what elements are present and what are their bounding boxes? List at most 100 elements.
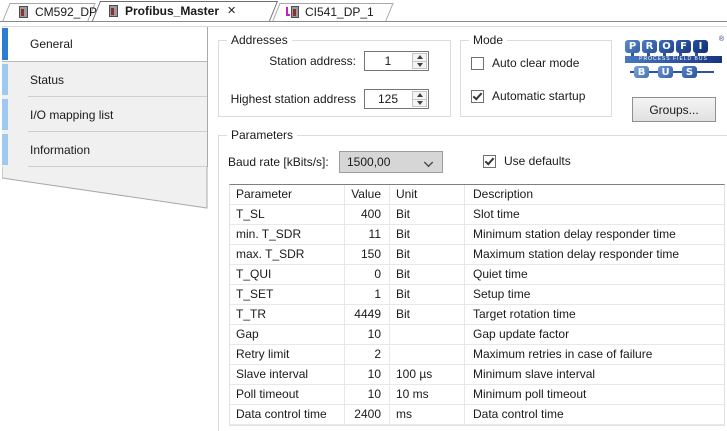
highest-station-address-stepper[interactable]: 125 xyxy=(364,89,429,109)
sidebar-item-label: Status xyxy=(30,72,65,87)
unit-cell: 10 ms xyxy=(390,385,465,404)
description-cell: Setup time xyxy=(473,287,531,301)
sidebar-item-label: Information xyxy=(30,142,91,157)
value-cell[interactable]: 10 xyxy=(345,325,390,344)
logo-letter: I xyxy=(693,40,708,53)
sidebar-item-information[interactable]: Information xyxy=(2,132,207,167)
spinner-down-icon[interactable] xyxy=(413,60,426,69)
baud-rate-dropdown[interactable]: 1500,00 xyxy=(339,151,443,173)
use-defaults-checkbox-row: Use defaults xyxy=(483,153,571,169)
value-cell[interactable]: 2 xyxy=(345,345,390,364)
table-row[interactable]: T_SET 1 Bit Setup time xyxy=(230,285,724,305)
value-cell[interactable]: 150 xyxy=(345,245,390,264)
description-cell: Maximum retries in case of failure xyxy=(473,347,653,361)
unit-cell: Bit xyxy=(390,225,465,244)
value-cell[interactable]: 4449 xyxy=(345,305,390,324)
logo-letter: R xyxy=(642,40,657,53)
doc-tab-ci541-dp-1[interactable]: CI541_DP_1 xyxy=(272,3,394,21)
table-row[interactable]: min. T_SDR 11 Bit Minimum station delay … xyxy=(230,225,724,245)
value-cell[interactable]: 0 xyxy=(345,265,390,284)
value-cell[interactable]: 10 xyxy=(345,365,390,384)
table-row[interactable]: T_TR 4449 Bit Target rotation time xyxy=(230,305,724,325)
table-row[interactable]: Poll timeout 10 10 ms Minimum poll timeo… xyxy=(230,385,724,405)
use-defaults-checkbox[interactable] xyxy=(483,154,496,168)
auto-clear-mode-checkbox[interactable] xyxy=(471,56,484,70)
description-cell: Gap update factor xyxy=(473,327,570,341)
spinner-down-icon[interactable] xyxy=(413,98,426,107)
device-module-icon xyxy=(16,6,29,18)
automatic-startup-label: Automatic startup xyxy=(492,89,586,103)
unit-cell: ms xyxy=(390,405,465,424)
category-accent-bar xyxy=(2,64,8,95)
profibus-logo: ® P R O F I PROCESS FIELD BUS B U S xyxy=(625,36,724,83)
column-header-parameter: Parameter xyxy=(230,185,345,204)
mode-legend: Mode xyxy=(469,33,508,47)
use-defaults-label: Use defaults xyxy=(504,154,571,168)
mode-groupbox: Mode Auto clear mode Automatic startup xyxy=(460,33,612,117)
parameter-cell: Slave interval xyxy=(230,365,345,384)
groups-button[interactable]: Groups... xyxy=(632,97,716,122)
value-cell[interactable]: 10 xyxy=(345,385,390,404)
description-cell: Minimum poll timeout xyxy=(473,387,587,401)
category-accent-bar xyxy=(2,28,8,60)
value-cell[interactable]: 2400 xyxy=(345,405,390,424)
table-row[interactable]: max. T_SDR 150 Bit Maximum station delay… xyxy=(230,245,724,265)
table-row[interactable]: Slave interval 10 100 µs Minimum slave i… xyxy=(230,365,724,385)
parameter-cell: T_SET xyxy=(230,285,345,304)
doc-tab-label: CI541_DP_1 xyxy=(305,5,374,19)
parameters-legend: Parameters xyxy=(227,128,298,142)
description-cell: Quiet time xyxy=(473,267,528,281)
dropdown-chevron-icon xyxy=(423,157,434,168)
profibus-logo-top-row: P R O F I xyxy=(625,40,722,53)
table-row[interactable]: T_SL 400 Bit Slot time xyxy=(230,205,724,225)
parameter-cell: Retry limit xyxy=(230,345,345,364)
automatic-startup-checkbox[interactable] xyxy=(471,89,484,103)
unit-cell: Bit xyxy=(390,205,465,224)
description-cell: Target rotation time xyxy=(473,307,576,321)
description-cell: Minimum slave interval xyxy=(473,367,596,381)
sidebar-item-status[interactable]: Status xyxy=(2,62,207,97)
description-cell: Data control time xyxy=(473,407,564,421)
table-row[interactable]: Data control time 2400 ms Data control t… xyxy=(230,405,724,425)
parameters-table-body: T_SL 400 Bit Slot time min. T_SDR 11 Bit… xyxy=(230,205,724,425)
unit-cell xyxy=(390,325,465,344)
parameters-table: Parameter Value Unit Description T_SL 40… xyxy=(229,184,725,426)
sidebar-item-io-mapping-list[interactable]: I/O mapping list xyxy=(2,97,207,132)
device-module-icon xyxy=(106,5,119,17)
auto-clear-mode-label: Auto clear mode xyxy=(492,56,580,70)
device-editor-window: CM592_DP Profibus_Master ✕ CI541_DP_1 Ge… xyxy=(0,0,727,431)
doc-tab-cm592-dp[interactable]: CM592_DP xyxy=(2,3,97,21)
parameter-cell: Gap xyxy=(230,325,345,344)
profibus-logo-bottom-row: B U S xyxy=(630,66,714,78)
parameter-cell: max. T_SDR xyxy=(230,245,345,264)
unit-cell: Bit xyxy=(390,245,465,264)
parameter-cell: min. T_SDR xyxy=(230,225,345,244)
logo-band: PROCESS FIELD BUS xyxy=(625,56,722,63)
description-cell: Minimum station delay responder time xyxy=(473,227,676,241)
logo-letter: O xyxy=(659,40,674,53)
parameters-table-header: Parameter Value Unit Description xyxy=(230,185,724,205)
column-header-description: Description xyxy=(473,187,534,201)
table-row[interactable]: Retry limit 2 Maximum retries in case of… xyxy=(230,345,724,365)
table-row[interactable]: T_QUI 0 Bit Quiet time xyxy=(230,265,724,285)
value-cell[interactable]: 1 xyxy=(345,285,390,304)
value-cell[interactable]: 400 xyxy=(345,205,390,224)
column-header-unit: Unit xyxy=(390,185,465,204)
table-row[interactable]: Gap 10 Gap update factor xyxy=(230,325,724,345)
logo-letter: S xyxy=(682,66,697,78)
column-header-value: Value xyxy=(345,185,390,204)
doc-tab-profibus-master[interactable]: Profibus_Master ✕ xyxy=(91,1,279,21)
sidebar-item-label: General xyxy=(30,37,73,51)
baud-rate-label: Baud rate [kBits/s]: xyxy=(228,155,329,169)
value-cell[interactable]: 11 xyxy=(345,225,390,244)
category-sidebar: General Status I/O mapping list Informat… xyxy=(2,27,208,167)
station-address-value[interactable]: 1 xyxy=(365,52,411,70)
station-address-stepper[interactable]: 1 xyxy=(364,51,429,71)
highest-station-address-value[interactable]: 125 xyxy=(365,90,411,108)
sidebar-item-general[interactable]: General xyxy=(2,27,207,62)
unit-cell xyxy=(390,345,465,364)
category-accent-bar xyxy=(2,99,8,130)
close-icon[interactable]: ✕ xyxy=(227,5,236,17)
auto-clear-mode-checkbox-row: Auto clear mode xyxy=(471,55,579,71)
registered-trademark-icon: ® xyxy=(718,36,724,43)
